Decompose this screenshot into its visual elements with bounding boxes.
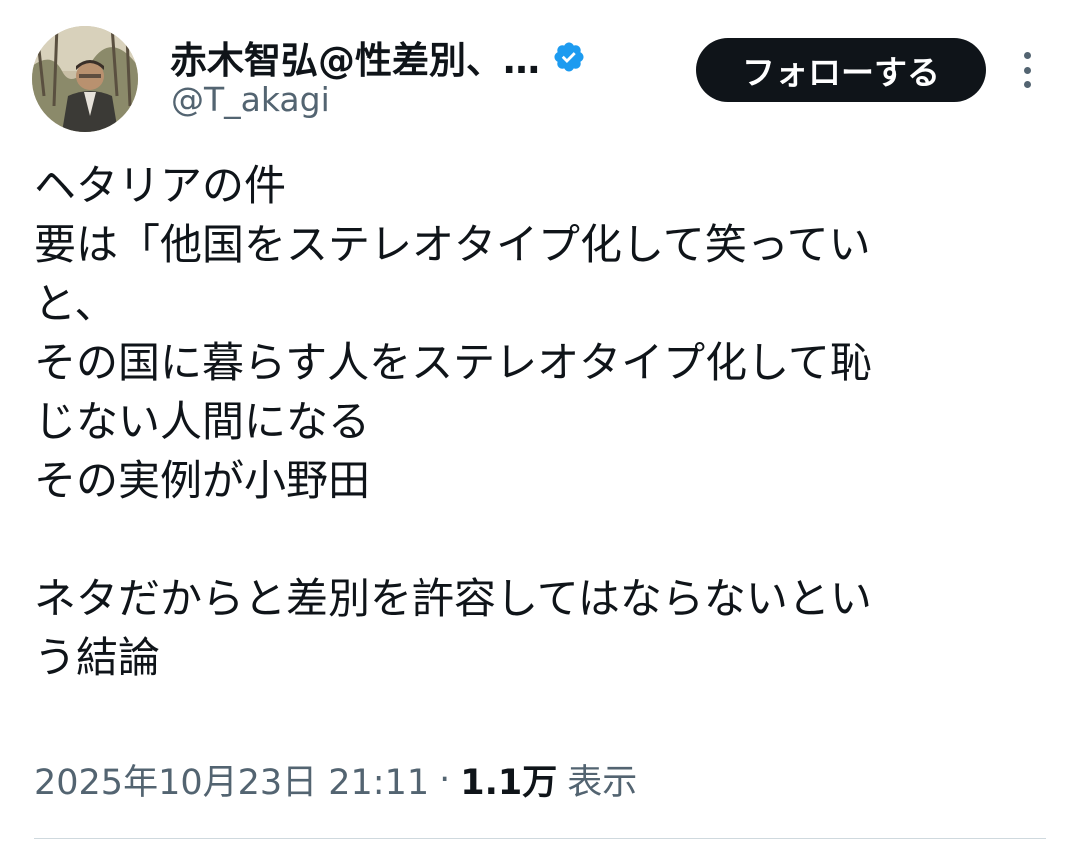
divider [34, 838, 1046, 839]
tweet-line [34, 510, 1044, 569]
tweet-line: ネタだからと差別を許容してはならないとい [34, 574, 872, 623]
tweet-line: ヘタリアの件 [34, 161, 287, 210]
tweet-line: と、 [34, 279, 117, 328]
views-count[interactable]: 1.1万 [460, 754, 557, 805]
tweet-timestamp[interactable]: 2025年10月23日 21:11 [34, 754, 429, 805]
avatar[interactable] [32, 26, 138, 132]
tweet-meta: 2025年10月23日 21:11 · 1.1万 表示 [34, 754, 637, 805]
author-display-name[interactable]: 赤木智弘@性差別、… [170, 30, 586, 84]
follow-button[interactable]: フォローする [696, 38, 986, 102]
views-label: 表示 [567, 763, 638, 803]
tweet-line: その国に暮らす人をステレオタイプ化して恥 [34, 338, 872, 387]
tweet-text: ヘタリアの件 要は「他国をステレオタイプ化して笑ってい と、 その国に暮らす人を… [34, 156, 1044, 687]
tweet-line: 要は「他国をステレオタイプ化して笑ってい [34, 220, 871, 269]
author-name-text[interactable]: 赤木智弘@性差別、… [170, 30, 540, 84]
tweet-line: その実例が小野田 [34, 456, 371, 505]
tweet-line: う結論 [34, 633, 161, 682]
verified-badge-icon[interactable] [552, 40, 586, 74]
meta-separator: · [439, 759, 451, 800]
tweet-line: じない人間になる [34, 397, 371, 446]
more-options-icon[interactable] [1010, 50, 1044, 90]
author-handle[interactable]: @T_akagi [171, 80, 330, 119]
